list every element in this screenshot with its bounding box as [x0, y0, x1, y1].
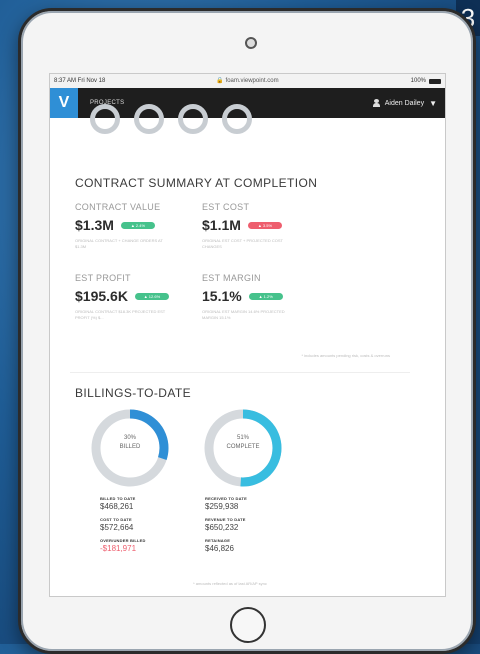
billing-left-column: BILLED TO DATE $468,261 COST TO DATE $57… [100, 496, 180, 559]
billings-title: BILLINGS-TO-DATE [75, 386, 191, 400]
ring-caption: COMPLETE [226, 444, 260, 450]
ring-percent: 51% [236, 435, 249, 441]
metric-label: EST COST [202, 202, 250, 212]
billing-label: RECEIVED TO DATE [205, 496, 247, 501]
status-bar: 8:37 AM Fri Nov 18 🔒 foam.viewpoint.com … [50, 74, 445, 88]
metric-value: $1.1M [202, 217, 241, 233]
ring-caption: BILLED [119, 444, 141, 450]
metric-subtext: ORIGINAL EST COST + PROJECTED COST CHANG… [202, 238, 283, 249]
home-button[interactable] [230, 607, 266, 643]
billing-value: $468,261 [100, 502, 134, 511]
metric-value: 15.1% [202, 288, 242, 304]
billings-footnote: * amounts reflected as of last AR/AP syn… [193, 581, 267, 586]
change-badge: ▲ 12.6% [134, 292, 169, 300]
billing-value: $259,938 [205, 502, 239, 511]
viewpoint-logo-icon[interactable]: V [50, 88, 78, 118]
address-bar[interactable]: 🔒 foam.viewpoint.com [50, 77, 445, 84]
billing-value: $46,826 [205, 544, 234, 553]
metric-est-cost: EST COST $1.1M ▲ 3.5% ORIGINAL EST COST … [202, 202, 322, 250]
metric-subtext: ORIGINAL EST MARGIN 14.6% PROJECTED MARG… [202, 309, 285, 320]
user-icon [372, 99, 380, 107]
metric-subtext: ORIGINAL CONTRACT $18.3K PROJECTED EST P… [75, 309, 166, 320]
billing-right-column: RECEIVED TO DATE $259,938 REVENUE TO DAT… [205, 496, 285, 559]
dashboard-content: CONTRACT SUMMARY AT COMPLETION CONTRACT … [50, 104, 445, 596]
section-divider [70, 372, 410, 373]
ring-partial [222, 104, 252, 134]
complete-ring: 51% COMPLETE [203, 408, 283, 493]
billing-value: $572,664 [100, 523, 134, 532]
change-badge: ▲ 1.2% [248, 292, 283, 300]
metric-value: $195.6K [75, 288, 128, 304]
billed-ring: 30% BILLED [90, 408, 170, 493]
billing-label: BILLED TO DATE [100, 496, 136, 501]
metric-value: $1.3M [75, 217, 114, 233]
metric-subtext: ORIGINAL CONTRACT + CHANGE ORDERS AT $1.… [75, 238, 163, 249]
billing-label: COST TO DATE [100, 517, 132, 522]
scrolled-ring-row [90, 104, 252, 134]
contract-footnote: * includes amounts pending risk, costs &… [301, 353, 391, 358]
billing-label: RETAINAGE [205, 538, 231, 543]
contract-summary-title: CONTRACT SUMMARY AT COMPLETION [75, 176, 318, 190]
metric-est-profit: EST PROFIT $195.6K ▲ 12.6% ORIGINAL CONT… [75, 273, 195, 321]
metric-label: EST MARGIN [202, 273, 261, 283]
tablet-frame: 8:37 AM Fri Nov 18 🔒 foam.viewpoint.com … [18, 8, 476, 654]
billing-value: -$181,971 [100, 544, 137, 553]
change-badge: ▲ 2.4% [120, 221, 155, 229]
billing-label: REVENUE TO DATE [205, 517, 246, 522]
billing-label: OVER/UNDER BILLED [100, 538, 146, 543]
metric-label: EST PROFIT [75, 273, 131, 283]
metric-est-margin: EST MARGIN 15.1% ▲ 1.2% ORIGINAL EST MAR… [202, 273, 322, 321]
ring-partial [178, 104, 208, 134]
billing-value: $650,232 [205, 523, 239, 532]
metric-contract-value: CONTRACT VALUE $1.3M ▲ 2.4% ORIGINAL CON… [75, 202, 195, 250]
camera-icon [245, 37, 257, 49]
metric-label: CONTRACT VALUE [75, 202, 161, 212]
change-badge: ▲ 3.5% [247, 221, 282, 229]
app-screen: 8:37 AM Fri Nov 18 🔒 foam.viewpoint.com … [49, 73, 446, 597]
chevron-down-icon[interactable]: ▼ [429, 99, 437, 108]
ring-partial [90, 104, 120, 134]
ring-partial [134, 104, 164, 134]
user-menu[interactable]: Aiden Dailey ▼ [372, 88, 437, 118]
ring-percent: 30% [123, 435, 136, 441]
user-name: Aiden Dailey [384, 99, 425, 107]
